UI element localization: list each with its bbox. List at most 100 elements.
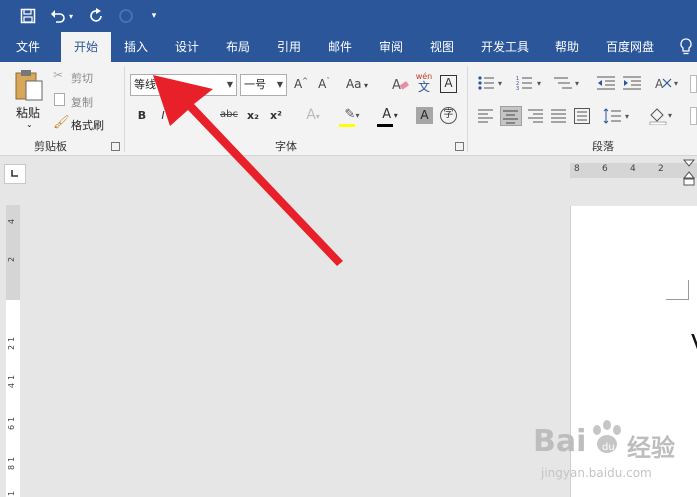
borders-button[interactable]	[690, 107, 697, 125]
word-window: ▾ ▾ 文件 开始 插入 设计 布局 引用 邮件 审阅 视图 开发工具 帮助 百…	[0, 0, 697, 497]
decrease-indent-button[interactable]	[597, 75, 617, 94]
lightbulb-icon[interactable]	[676, 32, 696, 62]
copy-button[interactable]: 复制	[53, 92, 101, 110]
ribbon-tab-bar: 文件 开始 插入 设计 布局 引用 邮件 审阅 视图 开发工具 帮助 百度网盘	[0, 32, 697, 62]
clear-formatting-button[interactable]: A	[391, 75, 409, 96]
save-icon[interactable]	[18, 6, 38, 26]
font-dialog-launcher[interactable]	[455, 142, 464, 151]
numbering-button[interactable]: 1 2 3 ▾	[516, 75, 546, 94]
font-color-label: A	[382, 107, 392, 122]
clipboard-dialog-launcher[interactable]	[111, 142, 120, 151]
ruler-number: 4	[630, 164, 636, 174]
touch-mode-icon[interactable]	[116, 6, 136, 26]
distributed-icon	[574, 108, 590, 124]
superscript-button[interactable]: x²	[268, 109, 284, 122]
paw-icon: du	[593, 420, 621, 453]
tab-review[interactable]: 审阅	[370, 32, 412, 62]
paste-button[interactable]: 粘贴 ⌄	[12, 68, 46, 129]
increase-indent-icon	[623, 76, 641, 90]
tab-file[interactable]: 文件	[6, 32, 50, 62]
justify-button[interactable]	[550, 109, 568, 126]
tab-layout[interactable]: 布局	[217, 32, 259, 62]
text-effects-button[interactable]: A▾	[300, 107, 326, 123]
subscript-button[interactable]: x₂	[245, 109, 261, 122]
shrink-font-button[interactable]: Aˇ	[316, 77, 332, 91]
change-case-label: Aa	[345, 77, 362, 91]
tab-view[interactable]: 视图	[421, 32, 463, 62]
increase-indent-button[interactable]	[623, 75, 643, 94]
tab-references[interactable]: 引用	[268, 32, 310, 62]
multilevel-list-button[interactable]: ▾	[554, 75, 584, 94]
character-shading-button[interactable]: A	[416, 107, 433, 124]
undo-icon[interactable]	[48, 6, 68, 26]
tab-help[interactable]: 帮助	[546, 32, 588, 62]
enclose-characters-button[interactable]: 字	[440, 107, 457, 124]
cut-label: 剪切	[71, 72, 93, 85]
phonetic-guide-button[interactable]: wén 文	[413, 72, 435, 93]
highlighter-icon: ✎	[344, 107, 356, 122]
shading-button[interactable]: ▾	[648, 107, 678, 128]
tab-home[interactable]: 开始	[61, 32, 111, 62]
line-spacing-icon: ▾	[603, 108, 629, 124]
svg-text:▾: ▾	[625, 112, 629, 121]
tab-developer[interactable]: 开发工具	[474, 32, 536, 62]
format-painter-button[interactable]: 🖌 格式刷	[53, 115, 111, 133]
ruler-number: 4	[7, 218, 17, 225]
vertical-ruler[interactable]: 4 2 1 2 1 4 1 6 1 8 1	[6, 205, 20, 497]
font-name-combo[interactable]: 等线 ▼	[130, 74, 237, 96]
decrease-indent-icon	[597, 76, 615, 90]
watermark-url: jingyan.baidu.com	[541, 466, 652, 480]
cut-button[interactable]: ✂ 剪切	[53, 68, 101, 86]
paste-label: 粘贴	[16, 106, 41, 120]
sort-button[interactable]	[690, 75, 697, 93]
font-color-button[interactable]: A ▾	[375, 107, 405, 127]
change-case-button[interactable]: Aa ▾	[344, 77, 370, 91]
tab-mailings[interactable]: 邮件	[319, 32, 361, 62]
svg-text:A: A	[392, 78, 401, 93]
ruler-number: 4	[7, 382, 17, 389]
indent-markers[interactable]	[682, 159, 696, 187]
bullets-button[interactable]: ▾	[477, 75, 507, 94]
font-color-swatch	[377, 124, 393, 127]
line-spacing-button[interactable]: ▾	[603, 108, 635, 127]
tab-selector[interactable]	[4, 164, 26, 184]
align-left-button[interactable]	[477, 109, 495, 126]
paste-dropdown-icon[interactable]: ⌄	[26, 120, 33, 129]
ruler-number: 1	[7, 490, 17, 497]
ruler-number: 1	[7, 336, 17, 343]
undo-dropdown-icon[interactable]: ▾	[66, 6, 76, 26]
redo-icon[interactable]	[87, 6, 107, 26]
italic-button[interactable]: I	[156, 109, 170, 122]
paste-icon	[15, 70, 43, 101]
svg-text:▾: ▾	[537, 79, 541, 88]
copy-label: 复制	[71, 96, 93, 109]
highlight-color-button[interactable]: ✎▾	[337, 107, 367, 127]
character-border-button[interactable]: A	[440, 75, 457, 93]
ruler-number: 1	[7, 374, 17, 381]
font-size-combo[interactable]: 一号 ▼	[240, 74, 287, 96]
chinese-layout-button[interactable]: A ▾	[655, 75, 683, 94]
strikethrough-button[interactable]: abc	[218, 109, 240, 120]
customize-toolbar-icon[interactable]: ▾	[146, 6, 162, 26]
group-separator	[467, 66, 468, 152]
copy-icon	[54, 93, 65, 106]
svg-text:▾: ▾	[575, 79, 579, 88]
align-left-icon	[478, 109, 493, 123]
svg-text:▾: ▾	[674, 79, 678, 88]
highlight-swatch	[339, 124, 355, 127]
grow-font-button[interactable]: A^	[293, 77, 309, 91]
chevron-down-icon: ▼	[226, 80, 233, 89]
tab-design[interactable]: 设计	[166, 32, 208, 62]
align-right-icon	[528, 109, 543, 123]
font-name-value: 等线	[134, 78, 156, 91]
svg-text:3: 3	[516, 86, 519, 91]
align-center-button[interactable]	[500, 106, 522, 126]
bold-button[interactable]: B	[135, 109, 149, 122]
align-right-button[interactable]	[527, 109, 545, 126]
distributed-button[interactable]	[573, 108, 591, 127]
horizontal-ruler[interactable]: 8 6 4 2	[570, 163, 697, 178]
align-center-icon	[503, 110, 518, 124]
tab-insert[interactable]: 插入	[115, 32, 157, 62]
svg-text:du: du	[602, 442, 615, 453]
tab-baidu-netdisk[interactable]: 百度网盘	[598, 32, 662, 62]
